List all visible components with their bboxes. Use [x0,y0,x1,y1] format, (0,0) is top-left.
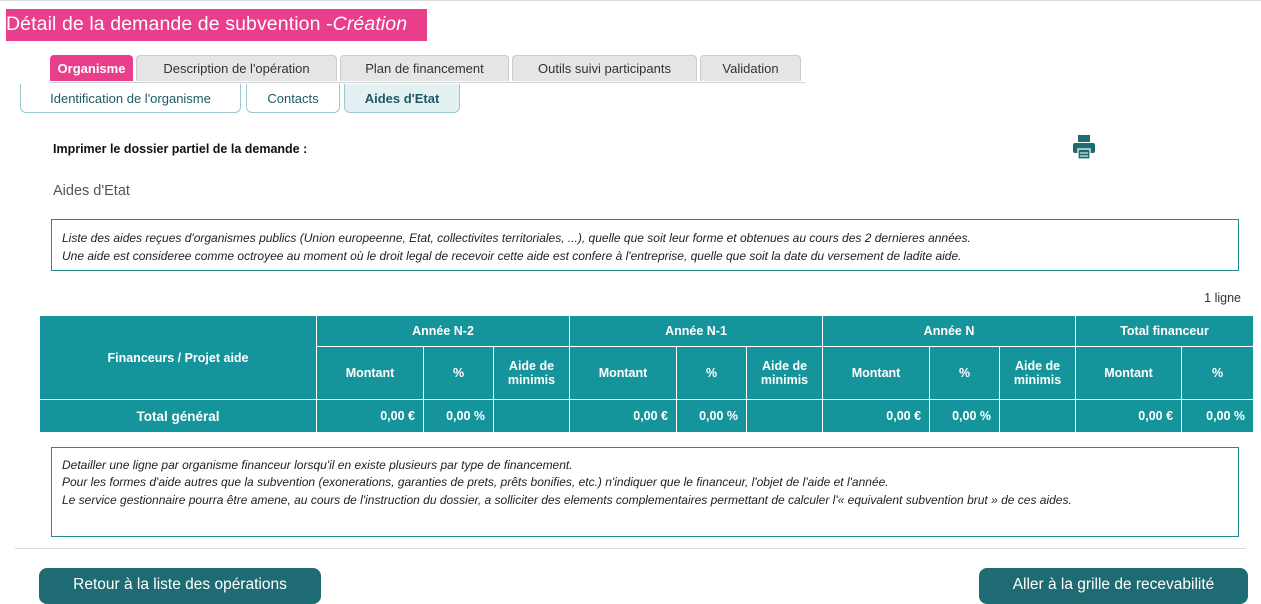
tab-description-operation[interactable]: Description de l'opération [136,55,337,81]
info-line: Le service gestionnaire pourra être amen… [62,492,1072,507]
col-group-n2: Année N-2 [315,315,571,347]
tab-organisme[interactable]: Organisme [50,55,133,81]
printer-icon[interactable] [1072,134,1096,160]
info-box-details: Detailler une ligne par organisme financ… [51,447,1239,537]
total-n2-minimis [492,399,571,433]
info-line: Pour les formes d'aide autres que la sub… [62,475,889,490]
tab-validation[interactable]: Validation [700,55,801,81]
col-n1-pct: % [676,346,748,400]
col-n-pct: % [929,346,1001,400]
subtab-aides-etat[interactable]: Aides d'Etat [344,84,460,113]
col-n1-minimis: Aide de minimis [746,346,824,400]
info-box-aides: Liste des aides reçues d'organismes publ… [51,219,1239,271]
tab-plan-financement[interactable]: Plan de financement [340,55,509,81]
total-n-montant: 0,00 € [822,399,931,433]
col-total-montant: Montant [1075,346,1183,400]
row-count: 1 ligne [1204,291,1241,305]
col-group-n: Année N [822,315,1077,347]
info-line: Detailler une ligne par organisme financ… [62,458,573,472]
total-n-minimis [999,399,1077,433]
page-title-text: Détail de la demande de subvention - [6,13,333,35]
footer-divider [15,548,1246,549]
col-n-minimis: Aide de minimis [999,346,1077,400]
aides-etat-table: Financeurs / Projet aide Année N-2 Année… [39,315,1255,433]
go-to-recevabilite-button[interactable]: Aller à la grille de recevabilité [979,568,1248,604]
tab-outils-suivi-participants[interactable]: Outils suivi participants [512,55,697,81]
subtab-contacts[interactable]: Contacts [246,84,340,113]
col-financeurs: Financeurs / Projet aide [39,315,317,400]
total-n2-montant: 0,00 € [316,399,424,433]
info-line: Liste des aides reçues d'organismes publ… [62,231,971,245]
col-group-total: Total financeur [1075,315,1255,347]
total-total-pct: 0,00 % [1181,399,1255,433]
total-n1-minimis [746,399,824,433]
total-label: Total général [39,399,317,433]
main-tabs: Organisme Description de l'opération Pla… [50,55,805,83]
col-total-pct: % [1181,346,1255,400]
col-group-n1: Année N-1 [569,315,824,347]
col-n1-montant: Montant [569,346,678,400]
back-to-operations-button[interactable]: Retour à la liste des opérations [39,568,321,604]
total-total-montant: 0,00 € [1075,399,1183,433]
total-n-pct: 0,00 % [929,399,1001,433]
total-n2-pct: 0,00 % [423,399,494,433]
total-n1-montant: 0,00 € [569,399,678,433]
col-n2-montant: Montant [316,346,424,400]
col-n2-minimis: Aide de minimis [492,346,571,400]
col-n-montant: Montant [822,346,931,400]
col-n2-pct: % [423,346,494,400]
total-n1-pct: 0,00 % [676,399,748,433]
print-label: Imprimer le dossier partiel de la demand… [53,142,308,156]
top-divider [0,0,1261,1]
subtab-identification-organisme[interactable]: Identification de l'organisme [20,84,241,113]
page-mode: Création [332,13,408,35]
info-line: Une aide est consideree comme octroyee a… [62,249,962,263]
table-row-total: Total général 0,00 € 0,00 % 0,00 € 0,00 … [39,399,1255,433]
page-title: Détail de la demande de subvention - Cré… [6,9,428,41]
section-title: Aides d'Etat [53,183,130,199]
